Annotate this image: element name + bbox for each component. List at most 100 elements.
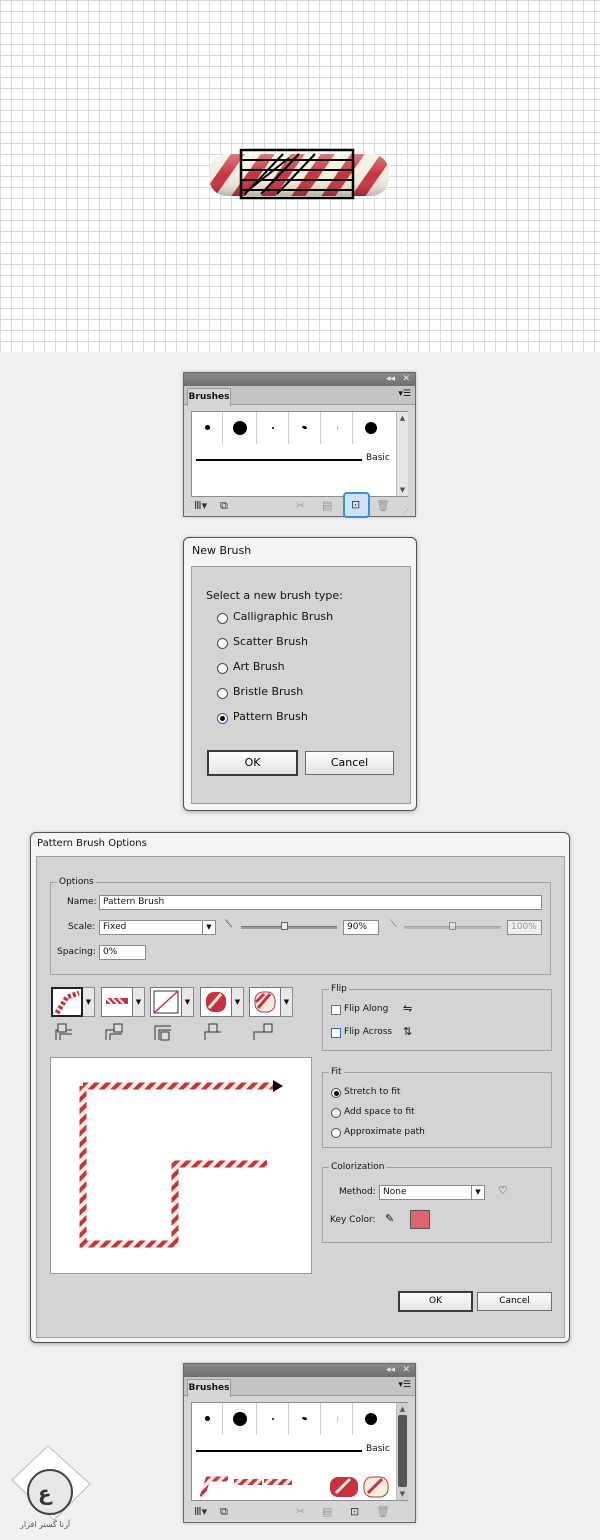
panel-titlebar[interactable]: ◂◂ ✕ — [184, 373, 415, 386]
spacing-label: Spacing: — [57, 947, 96, 957]
radio-button[interactable] — [217, 638, 228, 649]
radio-stretch-to-fit[interactable] — [331, 1088, 341, 1098]
chevron-down-icon[interactable]: ▼ — [83, 987, 95, 1017]
remove-stroke-icon[interactable]: ✂ — [296, 1504, 305, 1520]
flip-along-icon: ⇋ — [403, 1002, 413, 1015]
brush-swatch[interactable] — [353, 412, 395, 444]
name-field[interactable]: Pattern Brush — [99, 895, 542, 910]
panel-menu-icon[interactable]: ▾☰ — [398, 389, 411, 399]
options-group: Options Name: Pattern Brush Scale: Fixed… — [50, 876, 551, 975]
new-brush-button-highlight[interactable]: ⊡ — [343, 492, 370, 518]
list-scrollbar[interactable]: ▲ ▼ — [396, 412, 408, 496]
basic-brush-label: Basic — [366, 1444, 390, 1454]
radio-add-space-to-fit[interactable] — [331, 1108, 341, 1118]
tips-lightbulb-icon[interactable]: ♡ — [498, 1184, 508, 1197]
brush-swatch[interactable] — [321, 1403, 353, 1435]
delete-brush-icon[interactable]: 🗑 — [376, 1504, 390, 1520]
libraries-panel-icon[interactable]: ⧉ — [220, 498, 228, 514]
ok-button[interactable]: OK — [207, 750, 298, 776]
brush-swatch[interactable] — [257, 412, 289, 444]
artboard-grid — [0, 0, 600, 352]
flip-along-checkbox[interactable] — [331, 1005, 341, 1015]
brush-swatch[interactable] — [289, 1403, 321, 1435]
tab-brushes[interactable]: Brushes — [187, 1379, 231, 1397]
name-label: Name: — [67, 897, 97, 907]
scale-percent-field[interactable]: 90% — [343, 920, 379, 935]
outer-corner-tile-selector[interactable] — [101, 987, 133, 1017]
close-icon[interactable]: ✕ — [402, 1364, 410, 1377]
basic-brush-stroke[interactable] — [196, 1450, 362, 1452]
outer-corner-tile-preview — [105, 997, 128, 1005]
scale-max-percent-field: 100% — [507, 920, 542, 935]
side-tile-selector[interactable] — [51, 987, 83, 1017]
radio-approximate-path[interactable] — [331, 1128, 341, 1138]
chevron-down-icon[interactable]: ▼ — [281, 987, 293, 1017]
flip-along-label: Flip Along — [344, 1004, 389, 1014]
basic-brush-label: Basic — [366, 453, 390, 463]
scale-slider[interactable] — [241, 926, 337, 929]
chevron-down-icon[interactable]: ▼ — [133, 987, 145, 1017]
chevron-down-icon[interactable]: ▼ — [232, 987, 244, 1017]
stretch-to-fit-label: Stretch to fit — [344, 1087, 401, 1097]
inner-corner-tile-selector[interactable] — [150, 987, 182, 1017]
group-label: Flip — [329, 983, 349, 995]
new-brush-icon[interactable]: ⊡ — [350, 1504, 359, 1520]
scale-select-value: Fixed — [103, 922, 127, 932]
brush-swatch[interactable] — [257, 1403, 289, 1435]
method-select[interactable]: None ▼ — [379, 1185, 485, 1200]
brush-options-icon[interactable]: ▤ — [322, 498, 332, 514]
brush-swatch[interactable] — [223, 1403, 257, 1435]
panel-titlebar[interactable]: ◂◂ ✕ — [184, 1364, 415, 1377]
new-brush-icon: ⊡ — [351, 498, 361, 511]
svg-text:ع: ع — [38, 1481, 53, 1505]
list-scrollbar[interactable]: ▲ ▼ — [396, 1403, 408, 1500]
end-tile-selector[interactable] — [249, 987, 281, 1017]
tab-brushes[interactable]: Brushes — [187, 388, 231, 406]
basic-brush-stroke[interactable] — [196, 459, 362, 461]
radio-button[interactable] — [217, 688, 228, 699]
radio-button[interactable] — [217, 613, 228, 624]
brush-swatch[interactable] — [353, 1403, 395, 1435]
panel-menu-icon[interactable]: ▾☰ — [398, 1380, 411, 1390]
brush-list: Basic ▲ ▼ — [191, 411, 408, 497]
add-space-to-fit-label: Add space to fit — [344, 1107, 415, 1117]
brush-options-icon[interactable]: ▤ — [322, 1504, 332, 1520]
key-color-label: Key Color: — [330, 1215, 376, 1225]
scrollbar-thumb[interactable] — [398, 1415, 407, 1487]
pattern-path-preview — [79, 1080, 283, 1248]
cancel-button[interactable]: Cancel — [305, 751, 394, 775]
new-pattern-brush-swatch[interactable] — [198, 1475, 394, 1499]
brush-swatch[interactable] — [192, 412, 223, 444]
candy-cane-artwork — [209, 148, 389, 200]
libraries-panel-icon[interactable]: ⧉ — [220, 1504, 228, 1520]
eyedropper-icon[interactable]: ✎ — [385, 1212, 394, 1225]
brush-libraries-icon[interactable]: Ⅲ▾ — [194, 498, 207, 514]
scale-select[interactable]: Fixed ▼ — [99, 920, 216, 935]
collapse-icon[interactable]: ◂◂ — [386, 1364, 395, 1377]
brush-swatch[interactable] — [289, 412, 321, 444]
new-brush-dialog: New Brush Select a new brush type: Calli… — [183, 537, 417, 811]
spacing-field[interactable]: 0% — [99, 945, 146, 960]
cancel-button[interactable]: Cancel — [477, 1292, 552, 1311]
remove-stroke-icon[interactable]: ✂ — [296, 498, 305, 514]
scale-slider-thumb[interactable] — [281, 922, 288, 930]
ok-button[interactable]: OK — [398, 1291, 473, 1312]
close-icon[interactable]: ✕ — [402, 373, 410, 386]
brush-swatch[interactable] — [321, 412, 353, 444]
brush-swatch[interactable] — [192, 1403, 223, 1435]
chevron-down-icon[interactable]: ▼ — [182, 987, 194, 1017]
radio-button-selected[interactable] — [217, 713, 228, 724]
delete-brush-icon[interactable]: 🗑 — [376, 498, 390, 514]
method-label: Method: — [339, 1187, 376, 1197]
method-select-value: None — [383, 1187, 407, 1197]
brush-swatch[interactable] — [223, 412, 257, 444]
collapse-icon[interactable]: ◂◂ — [386, 373, 395, 386]
pattern-brush-options-dialog: Pattern Brush Options Options Name: Patt… — [30, 832, 570, 1343]
start-tile-preview — [206, 992, 226, 1012]
flip-across-checkbox[interactable] — [331, 1028, 341, 1038]
resize-grip-icon[interactable]: ⋰ — [402, 504, 409, 520]
start-tile-selector[interactable] — [200, 987, 232, 1017]
radio-button[interactable] — [217, 663, 228, 674]
key-color-swatch[interactable] — [410, 1210, 430, 1229]
brush-libraries-icon[interactable]: Ⅲ▾ — [194, 1504, 207, 1520]
